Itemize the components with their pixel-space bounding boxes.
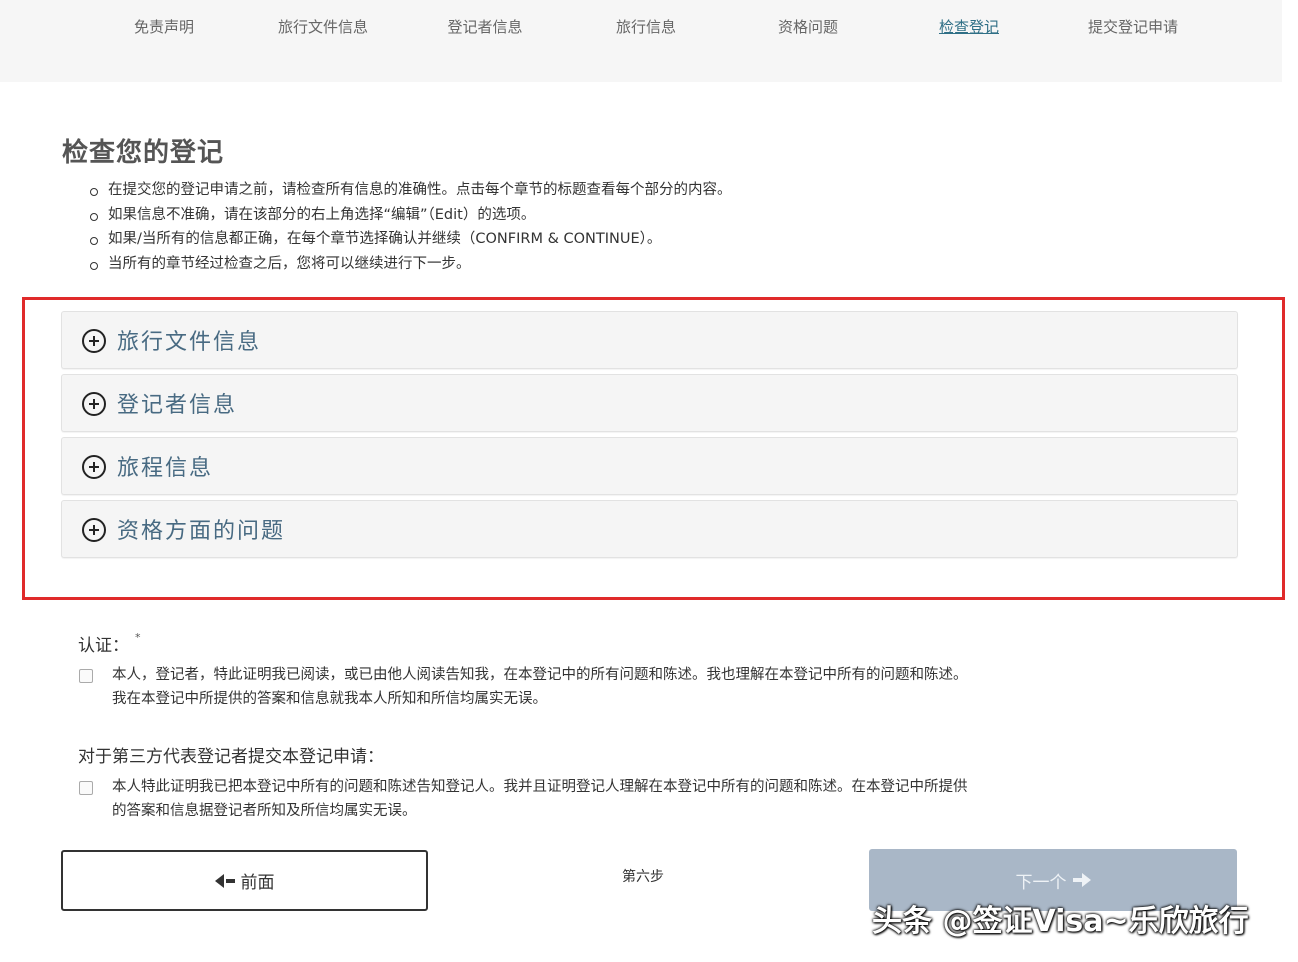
certification-statement-line: 我在本登记中所提供的答案和信息就我本人所知和所信均属实无误。 [112, 691, 547, 707]
nav-item-disclaimer[interactable]: 免责声明 [134, 16, 194, 37]
nav-item-eligibility[interactable]: 资格问题 [778, 16, 838, 37]
next-button-label: 下一个 [1015, 872, 1067, 892]
nav-item-submit[interactable]: 提交登记申请 [1088, 16, 1178, 37]
certification-label-text: 认证： [78, 636, 129, 656]
section-eligibility-questions[interactable]: 资格方面的问题 [61, 500, 1238, 558]
page-title: 检查您的登记 [62, 138, 225, 168]
instruction-item: 当所有的章节经过检查之后，您将可以继续进行下一步。 [88, 252, 1238, 277]
watermark: 头条 @签证Visa~乐欣旅行 [872, 904, 1249, 939]
section-title[interactable]: 旅行文件信息 [117, 324, 261, 356]
step-indicator-text: 第六步 [622, 869, 664, 885]
instruction-item: 如果信息不准确，请在该部分的右上角选择“编辑”（Edit）的选项。 [88, 203, 1238, 228]
section-title[interactable]: 登记者信息 [117, 387, 237, 419]
nav-item-travel-info[interactable]: 旅行信息 [616, 16, 676, 37]
certification-label: 认证： * [78, 631, 141, 656]
instruction-list: 在提交您的登记申请之前，请检查所有信息的准确性。点击每个章节的标题查看每个部分的… [88, 178, 1238, 276]
certification-statement: 本人，登记者，特此证明我已阅读，或已由他人阅读告知我，在本登记中的所有问题和陈述… [112, 663, 1142, 711]
instruction-item: 在提交您的登记申请之前，请检查所有信息的准确性。点击每个章节的标题查看每个部分的… [88, 178, 1238, 203]
arrow-right-icon [1081, 873, 1091, 887]
certification-checkbox[interactable] [79, 669, 93, 683]
section-registrant-info[interactable]: 登记者信息 [61, 374, 1238, 432]
third-party-label: 对于第三方代表登记者提交本登记申请： [78, 747, 384, 767]
third-party-statement-line: 本人特此证明我已把本登记中所有的问题和陈述告知登记人。我并且证明登记人理解在本登… [112, 779, 968, 795]
previous-button-label: 前面 [240, 873, 275, 892]
instruction-item: 如果/当所有的信息都正确，在每个章节选择确认并继续（CONFIRM & CONT… [88, 227, 1238, 252]
section-itinerary-info[interactable]: 旅程信息 [61, 437, 1238, 495]
section-title[interactable]: 旅程信息 [117, 450, 213, 482]
plus-circle-icon[interactable] [82, 455, 106, 479]
required-mark: * [135, 631, 141, 644]
arrow-right-icon-stem [1072, 878, 1082, 882]
arrow-left-icon-stem [225, 878, 235, 883]
plus-circle-icon[interactable] [82, 518, 106, 542]
section-title[interactable]: 资格方面的问题 [117, 513, 285, 545]
third-party-statement: 本人特此证明我已把本登记中所有的问题和陈述告知登记人。我并且证明登记人理解在本登… [112, 775, 1142, 823]
plus-circle-icon[interactable] [82, 392, 106, 416]
progress-nav: 免责声明 旅行文件信息 登记者信息 旅行信息 资格问题 检查登记 提交登记申请 [0, 0, 1282, 82]
plus-circle-icon[interactable] [82, 329, 106, 353]
nav-item-registrant-info[interactable]: 登记者信息 [447, 16, 522, 37]
nav-item-travel-document[interactable]: 旅行文件信息 [278, 16, 368, 37]
nav-item-review[interactable]: 检查登记 [939, 16, 999, 37]
arrow-left-icon [214, 873, 224, 888]
third-party-checkbox[interactable] [79, 781, 93, 795]
section-travel-document[interactable]: 旅行文件信息 [61, 311, 1238, 369]
previous-button[interactable]: 前面 [61, 850, 428, 911]
certification-statement-line: 本人，登记者，特此证明我已阅读，或已由他人阅读告知我，在本登记中的所有问题和陈述… [112, 667, 968, 683]
third-party-statement-line: 的答案和信息据登记者所知及所信均属实无误。 [112, 803, 417, 819]
